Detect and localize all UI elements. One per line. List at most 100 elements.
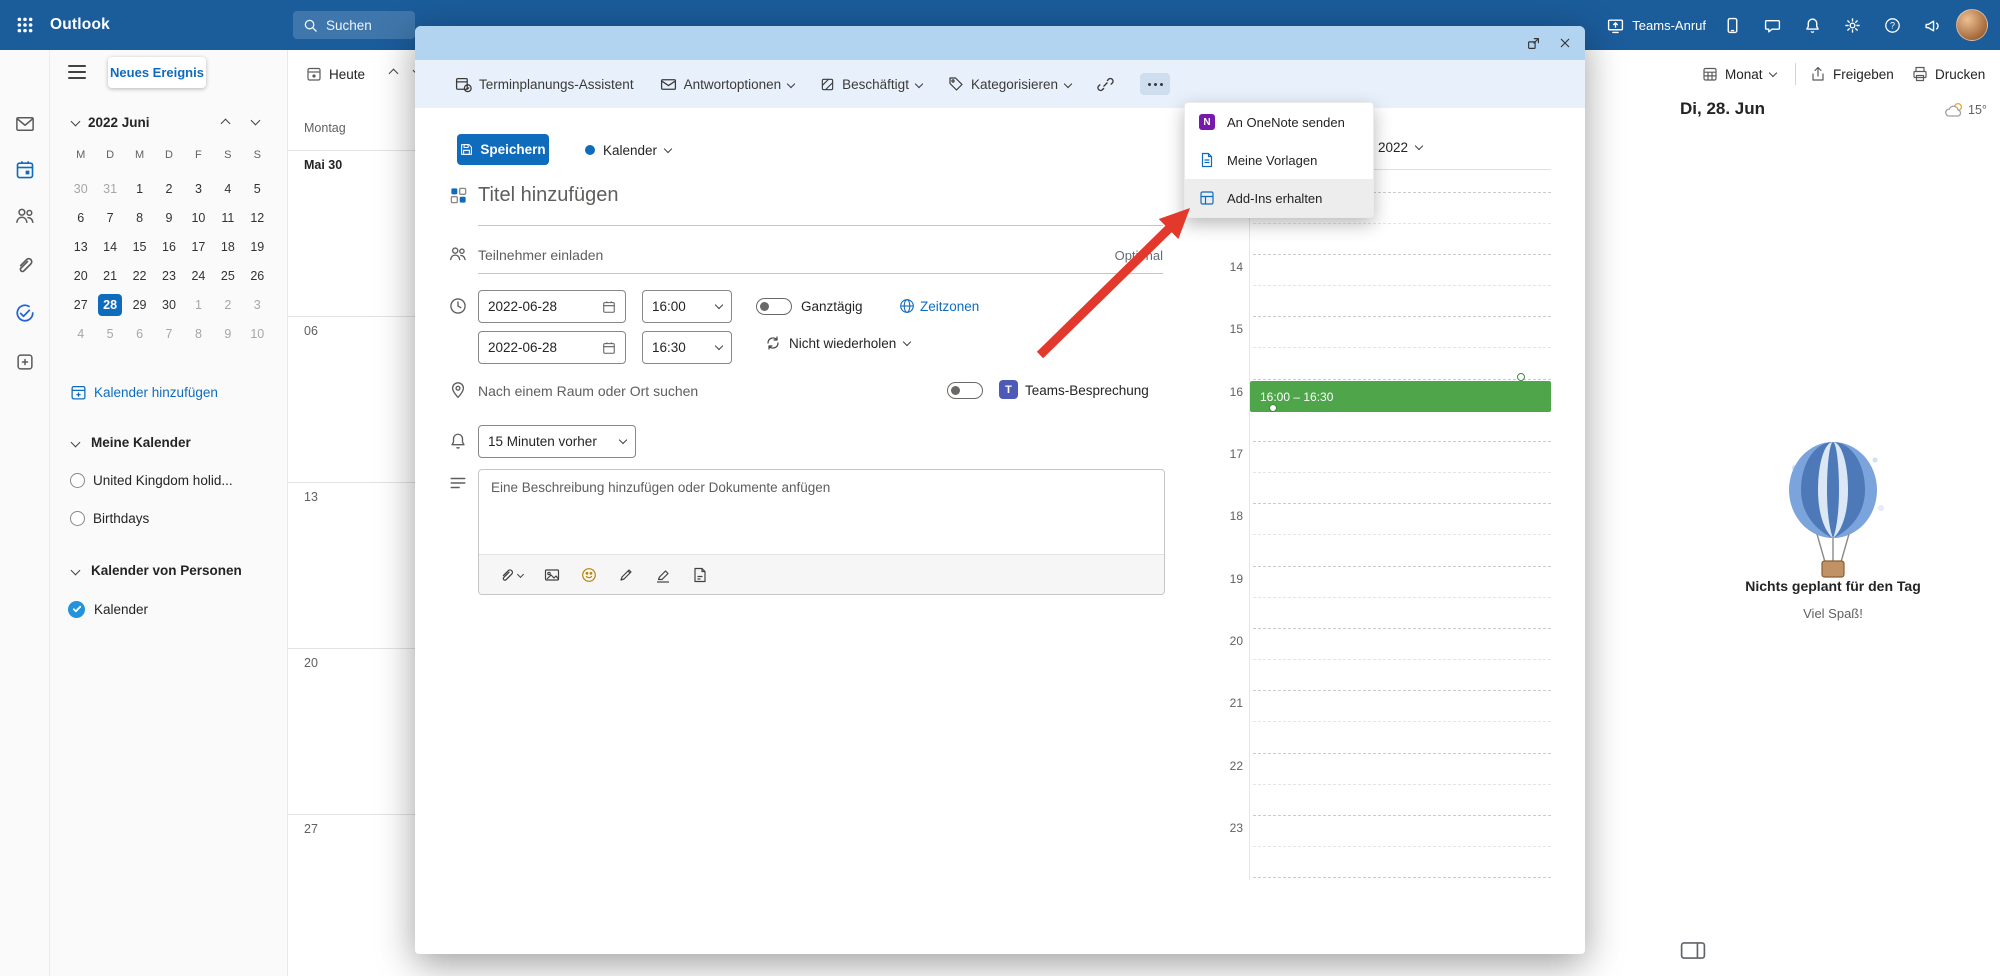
insert-image-icon[interactable] xyxy=(544,567,560,583)
calendar-checkbox[interactable] xyxy=(70,511,85,526)
calendar-list-item[interactable]: United Kingdom holid... xyxy=(50,467,288,493)
month-week-label[interactable]: 20 xyxy=(304,656,318,670)
minical-day[interactable]: 1 xyxy=(125,174,154,203)
attendees-input[interactable]: Teilnehmer einladen xyxy=(478,247,603,263)
rail-todo-button[interactable] xyxy=(8,296,42,330)
draft-document-icon[interactable] xyxy=(692,567,708,583)
hamburger-button[interactable] xyxy=(68,65,86,79)
minical-day[interactable]: 17 xyxy=(184,232,213,261)
minical-day[interactable]: 31 xyxy=(95,174,124,203)
optional-attendees-button[interactable]: Optional xyxy=(1109,248,1163,263)
minical-day[interactable]: 13 xyxy=(66,232,95,261)
minical-day[interactable]: 2 xyxy=(213,290,242,319)
minical-day[interactable]: 7 xyxy=(95,203,124,232)
minical-title[interactable]: 2022 Juni xyxy=(88,115,150,130)
minical-day[interactable]: 26 xyxy=(243,261,272,290)
minical-day[interactable]: 8 xyxy=(125,203,154,232)
minical-day[interactable]: 10 xyxy=(184,203,213,232)
minical-day[interactable]: 7 xyxy=(154,319,183,348)
device-button[interactable] xyxy=(1716,9,1748,41)
search-input[interactable]: Suchen xyxy=(293,11,415,39)
minical-day[interactable]: 23 xyxy=(154,261,183,290)
location-input[interactable]: Nach einem Raum oder Ort suchen xyxy=(478,383,698,399)
minical-day[interactable]: 30 xyxy=(154,290,183,319)
start-date-input[interactable]: 2022-06-28 xyxy=(478,290,626,323)
calendar-list-item[interactable]: Kalender xyxy=(50,596,288,622)
start-time-select[interactable]: 16:00 xyxy=(642,290,732,323)
all-day-toggle[interactable] xyxy=(756,298,792,315)
description-editor[interactable]: Eine Beschreibung hinzufügen oder Dokume… xyxy=(478,469,1165,595)
print-button[interactable]: Drucken xyxy=(1912,60,1985,88)
add-calendar-button[interactable]: Kalender hinzufügen xyxy=(50,380,288,404)
avatar[interactable] xyxy=(1956,9,1988,41)
minical-next-icon[interactable] xyxy=(251,116,261,126)
minical-day[interactable]: 18 xyxy=(213,232,242,261)
chat-button[interactable] xyxy=(1756,9,1788,41)
more-options-button[interactable] xyxy=(1140,73,1170,95)
rail-mail-button[interactable] xyxy=(8,107,42,141)
share-button[interactable]: Freigeben xyxy=(1810,60,1894,88)
menu-item-onenote[interactable]: N An OneNote senden xyxy=(1185,103,1373,141)
calendar-list-item[interactable]: Birthdays xyxy=(50,505,288,531)
calendar-checkbox-checked[interactable] xyxy=(68,601,85,618)
reminder-select[interactable]: 15 Minuten vorher xyxy=(478,425,636,458)
minical-day[interactable]: 1 xyxy=(184,290,213,319)
minical-day[interactable]: 3 xyxy=(243,290,272,319)
minical-day[interactable]: 6 xyxy=(66,203,95,232)
new-event-button[interactable]: Neues Ereignis xyxy=(108,57,206,88)
minical-day[interactable]: 28 xyxy=(95,290,124,319)
teams-meeting-toggle[interactable] xyxy=(947,382,983,399)
minical-day[interactable]: 8 xyxy=(184,319,213,348)
menu-item-templates[interactable]: Meine Vorlagen xyxy=(1185,141,1373,179)
rail-files-button[interactable] xyxy=(8,248,42,282)
minical-day[interactable]: 9 xyxy=(154,203,183,232)
minical-day[interactable]: 9 xyxy=(213,319,242,348)
view-switch-button[interactable]: Monat xyxy=(1702,60,1776,88)
minical-day[interactable]: 10 xyxy=(243,319,272,348)
minical-day[interactable]: 4 xyxy=(66,319,95,348)
calendar-picker[interactable]: Kalender xyxy=(585,138,671,162)
calendar-group-header[interactable]: Meine Kalender xyxy=(50,430,288,454)
rail-people-button[interactable] xyxy=(8,199,42,233)
reply-options-button[interactable]: Antwortoptionen xyxy=(660,76,795,93)
end-time-select[interactable]: 16:30 xyxy=(642,331,732,364)
agenda-date-header[interactable]: Di, 28. Jun xyxy=(1680,99,1765,119)
rail-calendar-button[interactable] xyxy=(8,153,42,187)
teams-call-button[interactable]: Teams-Anruf xyxy=(1607,17,1706,34)
event-resize-handle-bottom[interactable] xyxy=(1269,404,1277,412)
month-week-label[interactable]: 13 xyxy=(304,490,318,504)
end-date-input[interactable]: 2022-06-28 xyxy=(478,331,626,364)
minical-day[interactable]: 21 xyxy=(95,261,124,290)
minical-day[interactable]: 27 xyxy=(66,290,95,319)
event-block[interactable]: 16:00 – 16:30 xyxy=(1250,381,1551,412)
minical-day[interactable]: 11 xyxy=(213,203,242,232)
minical-day[interactable]: 2 xyxy=(154,174,183,203)
minical-day[interactable]: 12 xyxy=(243,203,272,232)
settings-button[interactable] xyxy=(1836,9,1868,41)
rail-more-apps-button[interactable] xyxy=(8,345,42,379)
timezones-button[interactable]: Zeitzonen xyxy=(920,299,979,314)
minical-day[interactable]: 3 xyxy=(184,174,213,203)
minical-day[interactable]: 5 xyxy=(243,174,272,203)
scheduling-assistant-button[interactable]: Terminplanungs-Assistent xyxy=(455,76,634,93)
panel-toggle-icon[interactable] xyxy=(1680,941,1706,960)
emoji-icon[interactable] xyxy=(581,567,597,583)
minical-day[interactable]: 25 xyxy=(213,261,242,290)
minical-day[interactable]: 20 xyxy=(66,261,95,290)
minical-day[interactable]: 15 xyxy=(125,232,154,261)
highlighter-icon[interactable] xyxy=(655,567,671,583)
title-input[interactable]: Titel hinzufügen xyxy=(478,184,618,207)
app-launcher-button[interactable] xyxy=(0,0,50,50)
attach-file-button[interactable] xyxy=(499,567,523,583)
link-button[interactable] xyxy=(1097,76,1114,93)
ink-pen-icon[interactable] xyxy=(618,567,634,583)
weather-summary[interactable]: 15° xyxy=(1944,101,1987,119)
minical-day[interactable]: 5 xyxy=(95,319,124,348)
event-resize-handle-top[interactable] xyxy=(1517,373,1525,381)
whats-new-button[interactable] xyxy=(1916,9,1948,41)
minical-prev-icon[interactable] xyxy=(221,119,231,129)
minical-day[interactable]: 4 xyxy=(213,174,242,203)
minical-day[interactable]: 19 xyxy=(243,232,272,261)
menu-item-get-addins[interactable]: Add-Ins erhalten xyxy=(1185,179,1373,217)
minical-day[interactable]: 22 xyxy=(125,261,154,290)
